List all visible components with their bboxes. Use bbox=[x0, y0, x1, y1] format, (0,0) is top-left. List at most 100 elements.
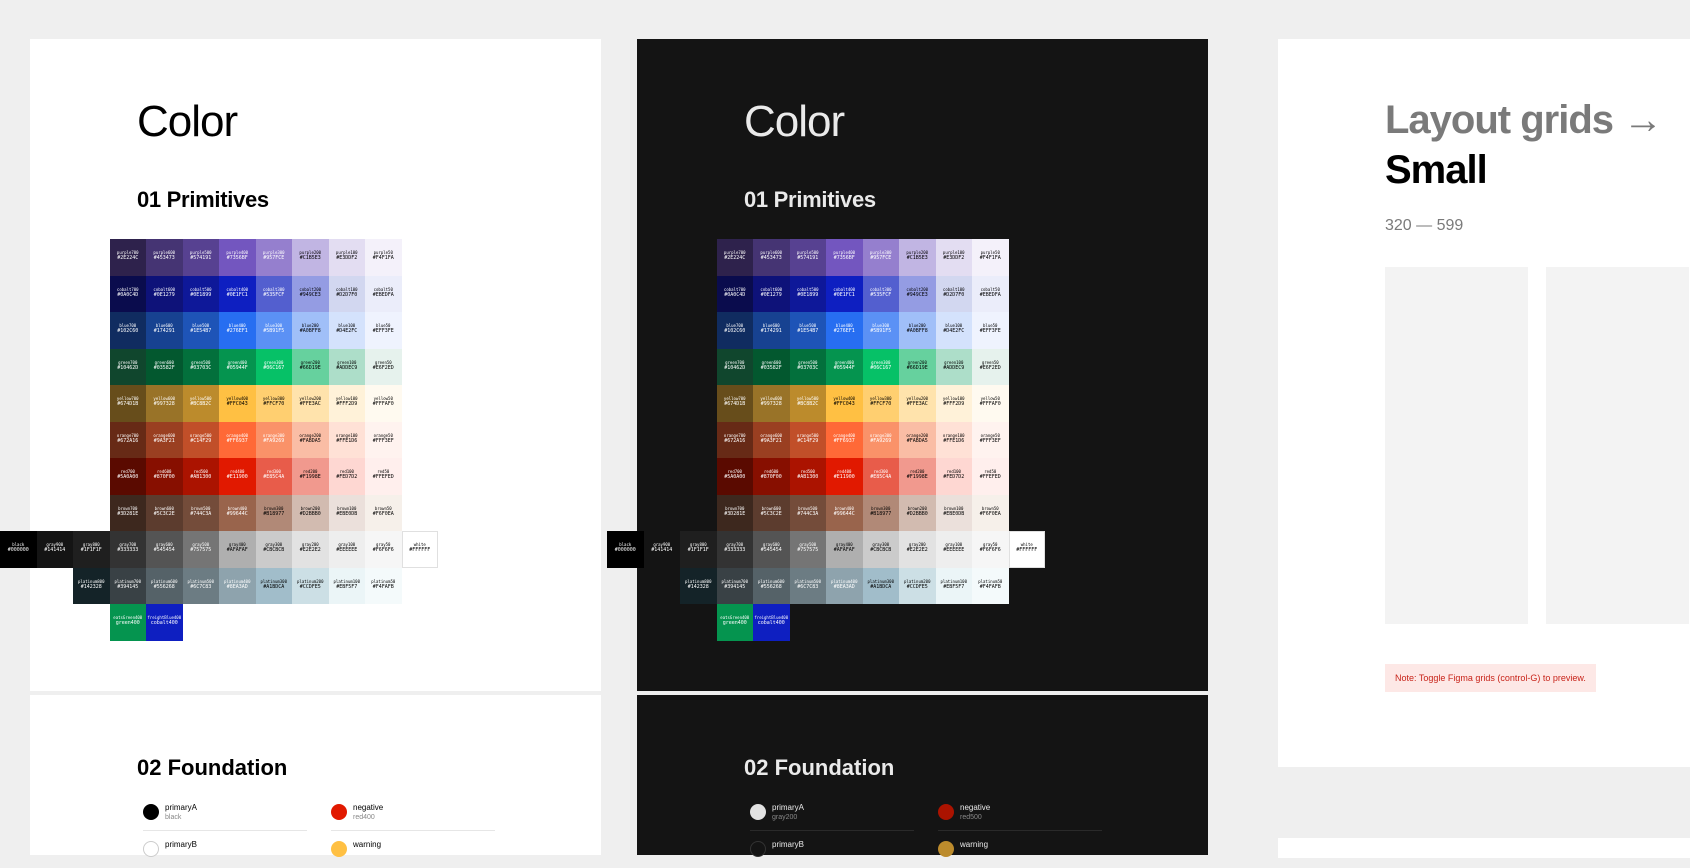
swatch-hex: #8EA3AD bbox=[833, 583, 855, 590]
swatch-hex: #D2D7F0 bbox=[336, 291, 358, 298]
swatch-platinum50: platinum50 #F4FAFB bbox=[972, 567, 1009, 604]
swatch-hex: #BC8B2C bbox=[797, 401, 819, 407]
swatch-yellow400: yellow400 #FFC043 bbox=[826, 385, 863, 422]
swatch-hex: #10462D bbox=[724, 364, 746, 371]
swatch-hex: #EFF3FE bbox=[372, 328, 394, 334]
swatch-gray300: gray300 #CBCBCB bbox=[255, 531, 292, 568]
swatch-hex: #949CE3 bbox=[299, 291, 321, 298]
swatch-hex: #957FCE bbox=[870, 255, 892, 261]
swatch-hex: #574191 bbox=[190, 255, 212, 261]
swatch-hex: #FA9269 bbox=[263, 437, 285, 444]
swatch-purple50: purple50 #F4F1FA bbox=[365, 239, 402, 276]
swatch-hex: #06C167 bbox=[870, 364, 892, 371]
swatch-green100: green100 #ADDEC9 bbox=[935, 348, 972, 385]
token-name: negative bbox=[960, 803, 991, 812]
swatch-hex: #0E1FC1 bbox=[833, 291, 855, 298]
swatch-hex: #EFF3FE bbox=[979, 328, 1001, 334]
swatch-hex: #66D19E bbox=[299, 364, 321, 371]
swatch-hex: #FFCF70 bbox=[870, 401, 892, 407]
swatch-dot bbox=[750, 804, 766, 820]
swatch-hex: #FFC043 bbox=[833, 401, 855, 407]
swatch-hex: #957FCE bbox=[263, 255, 285, 261]
swatch-brown400: brown400 #99644C bbox=[826, 494, 863, 531]
swatch-hex: #66D19E bbox=[906, 364, 928, 371]
swatch-hex: #0E1279 bbox=[153, 291, 175, 298]
swatch-brown200: brown200 #D2BBB0 bbox=[292, 494, 329, 531]
swatch-green50: green50 #E6F2ED bbox=[365, 348, 402, 385]
color-palette-grid: purple700 #2E224C purple600 #453473 purple50… bbox=[607, 239, 1067, 669]
swatch-hex: #453473 bbox=[760, 255, 782, 261]
swatch-gray50: gray50 #F6F6F6 bbox=[972, 531, 1009, 568]
swatch-platinum800: platinum800 #142328 bbox=[73, 567, 110, 604]
swatch-hex: #A0BFF8 bbox=[906, 328, 928, 334]
swatch-hex: #997328 bbox=[760, 401, 782, 407]
swatch-orange500: orange500 #C14F29 bbox=[789, 421, 826, 458]
layout-grids-link[interactable]: Layout grids → bbox=[1385, 98, 1663, 142]
swatch-gray900: gray900 #141414 bbox=[36, 531, 73, 568]
swatch-brown200: brown200 #D2BBB0 bbox=[899, 494, 936, 531]
swatch-gray600: gray600 #545454 bbox=[146, 531, 183, 568]
swatch-hex: #FFE3AC bbox=[299, 401, 321, 407]
swatch-red500: red500 #AB1300 bbox=[182, 458, 219, 495]
swatch-hex: #0E1279 bbox=[760, 291, 782, 298]
swatch-green600: green600 #03582F bbox=[753, 348, 790, 385]
swatch-cobalt600: cobalt600 #0E1279 bbox=[146, 275, 183, 312]
swatch-hex: #C1B5E3 bbox=[299, 255, 321, 261]
swatch-purple300: purple300 #957FCE bbox=[862, 239, 899, 276]
swatch-platinum50: platinum50 #F4FAFB bbox=[365, 567, 402, 604]
swatch-cobalt300: cobalt300 #535FCF bbox=[255, 275, 292, 312]
swatch-gray400: gray400 #AFAFAF bbox=[826, 531, 863, 568]
swatch-name: platinum400 bbox=[224, 578, 251, 584]
swatch-gray400: gray400 #AFAFAF bbox=[219, 531, 256, 568]
swatch-platinum100: platinum100 #EBF5F7 bbox=[328, 567, 365, 604]
swatch-green50: green50 #E6F2ED bbox=[972, 348, 1009, 385]
swatch-dot bbox=[938, 804, 954, 820]
swatch-hex: #141414 bbox=[651, 547, 673, 553]
swatch-hex: #E11900 bbox=[226, 474, 248, 480]
swatch-purple600: purple600 #453473 bbox=[146, 239, 183, 276]
swatch-hex: #E6F2ED bbox=[979, 364, 1001, 371]
swatch-purple100: purple100 #E3DDF2 bbox=[328, 239, 365, 276]
swatch-yellow500: yellow500 #BC8B2C bbox=[789, 385, 826, 422]
section-heading-primitives: 01 Primitives bbox=[137, 187, 269, 212]
swatch-hex: #AFAFAF bbox=[226, 547, 248, 553]
swatch-hex: #05944F bbox=[833, 364, 855, 371]
swatch-red500: red500 #AB1300 bbox=[789, 458, 826, 495]
swatch-blue300: blue300 #5B91F5 bbox=[255, 312, 292, 349]
swatch-blue50: blue50 #EFF3FE bbox=[365, 312, 402, 349]
swatch-yellow50: yellow50 #FFFAF0 bbox=[972, 385, 1009, 422]
swatch-platinum600: platinum600 #556268 bbox=[146, 567, 183, 604]
swatch-red300: red300 #E85C4A bbox=[255, 458, 292, 495]
swatch-yellow100: yellow100 #FFF2D9 bbox=[935, 385, 972, 422]
swatch-hex: #8EA3AD bbox=[226, 583, 248, 590]
swatch-hex: #FFE1D6 bbox=[943, 437, 965, 444]
swatch-hex: #D2D7F0 bbox=[943, 291, 965, 298]
swatch-blue600: blue600 #174291 bbox=[146, 312, 183, 349]
swatch-hex: #FFFFFF bbox=[1016, 547, 1038, 553]
token-primaryB: primaryB bbox=[744, 832, 914, 868]
swatch-name: platinum400 bbox=[831, 578, 858, 584]
swatch-hex: #333333 bbox=[117, 547, 139, 553]
swatch-hex: #E85C4A bbox=[870, 474, 892, 480]
swatch-green600: green600 #03582F bbox=[146, 348, 183, 385]
swatch-purple500: purple500 #574191 bbox=[789, 239, 826, 276]
swatch-hex: #E6F2ED bbox=[372, 364, 394, 371]
swatch-brown100: brown100 #EBE0DB bbox=[328, 494, 365, 531]
swatch-red300: red300 #E85C4A bbox=[862, 458, 899, 495]
token-name: negative bbox=[353, 803, 384, 812]
swatch-hex: #E3DDF2 bbox=[943, 255, 965, 261]
swatch-hex: #141414 bbox=[44, 547, 66, 553]
swatch-green300: green300 #06C167 bbox=[862, 348, 899, 385]
swatch-purple700: purple700 #2E224C bbox=[716, 239, 753, 276]
swatch-name: platinum300 bbox=[260, 578, 288, 584]
swatch-hex: #EEEEEE bbox=[943, 547, 965, 553]
swatch-hex: #A1BDCA bbox=[870, 583, 892, 590]
swatch-orange200: orange200 #FABDA5 bbox=[292, 421, 329, 458]
swatch-brown700: brown700 #3D281E bbox=[109, 494, 146, 531]
swatch-hex: #F6F6F6 bbox=[372, 547, 394, 553]
swatch-cobalt200: cobalt200 #949CE3 bbox=[292, 275, 329, 312]
token-name: primaryA bbox=[165, 803, 198, 812]
swatch-name: platinum500 bbox=[794, 578, 822, 584]
swatch-brown500: brown500 #744C3A bbox=[182, 494, 219, 531]
swatch-hex: #674D1B bbox=[724, 401, 746, 407]
